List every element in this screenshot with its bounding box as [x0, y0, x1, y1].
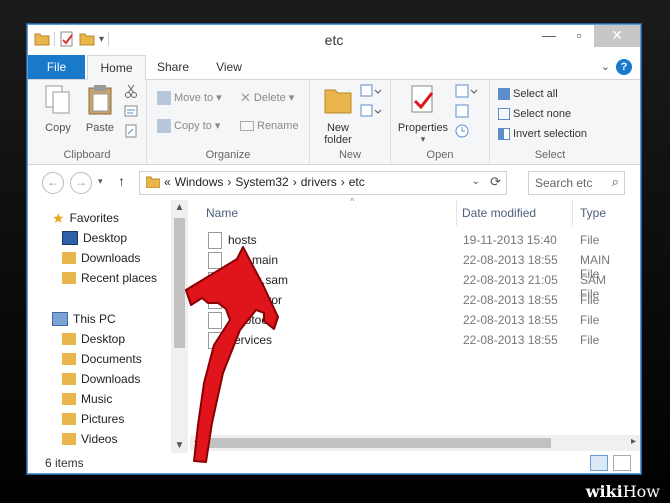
annotation-arrow: [185, 246, 279, 463]
watermark-wiki: wiki: [585, 482, 623, 501]
screenshot-stage: ▾ etc — ▫ ✕ File Home Share View ⌄ ? Cop…: [0, 0, 670, 503]
wikihow-watermark: wikiHow: [586, 482, 660, 501]
watermark-how: How: [622, 482, 660, 501]
explorer-window: ▾ etc — ▫ ✕ File Home Share View ⌄ ? Cop…: [27, 24, 641, 474]
